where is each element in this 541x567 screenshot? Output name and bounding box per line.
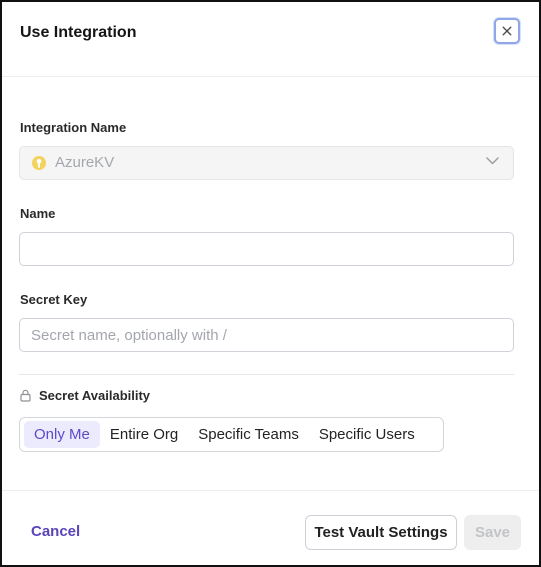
availability-segmented-control: Only Me Entire Org Specific Teams Specif…: [19, 417, 444, 452]
secret-availability-header: Secret Availability: [20, 386, 150, 404]
section-divider: [19, 374, 514, 375]
integration-name-select[interactable]: AzureKV: [19, 146, 514, 180]
secret-availability-label: Secret Availability: [39, 387, 151, 403]
key-vault-icon: [32, 156, 46, 170]
use-integration-dialog: Use Integration Integration Name AzureKV…: [0, 0, 541, 567]
cancel-button[interactable]: Cancel: [31, 523, 80, 540]
secret-key-label: Secret Key: [20, 292, 88, 307]
integration-name-value: AzureKV: [55, 154, 115, 171]
name-input[interactable]: [20, 233, 513, 265]
name-field: [19, 232, 514, 266]
close-icon: [502, 26, 512, 36]
save-button[interactable]: Save: [464, 515, 521, 550]
availability-option-specific-users[interactable]: Specific Users: [309, 421, 425, 448]
availability-option-specific-teams[interactable]: Specific Teams: [188, 421, 309, 448]
secret-key-field: [19, 318, 514, 352]
availability-option-entire-org[interactable]: Entire Org: [100, 421, 188, 448]
dialog-footer: Cancel Test Vault Settings Save: [2, 490, 539, 565]
dialog-header: Use Integration: [2, 2, 539, 77]
name-label: Name: [20, 206, 56, 221]
integration-name-label: Integration Name: [20, 120, 127, 135]
lock-icon: [20, 389, 31, 402]
dialog-title: Use Integration: [20, 24, 137, 41]
availability-option-only-me[interactable]: Only Me: [24, 421, 100, 448]
test-vault-settings-button[interactable]: Test Vault Settings: [305, 515, 457, 550]
secret-key-input[interactable]: [20, 319, 513, 351]
close-button[interactable]: [494, 18, 520, 44]
chevron-down-icon: [486, 157, 499, 165]
